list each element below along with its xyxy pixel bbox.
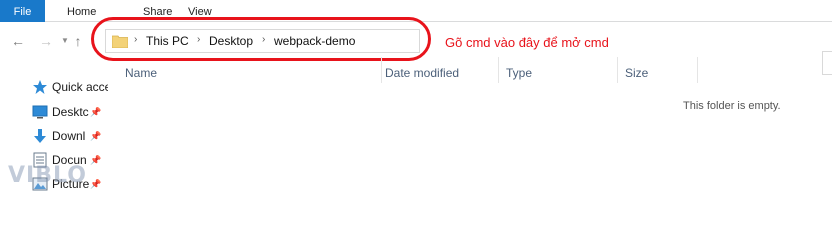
nav-item-label: Quick acce xyxy=(52,80,108,94)
up-arrow-icon[interactable]: ↑ xyxy=(70,32,86,50)
search-box[interactable] xyxy=(822,51,832,75)
star-icon xyxy=(33,80,47,94)
column-header-date-modified[interactable]: Date modified xyxy=(385,66,459,80)
back-arrow-icon[interactable]: ← xyxy=(10,32,26,50)
tab-file[interactable]: File xyxy=(0,0,45,22)
download-icon xyxy=(34,129,46,143)
nav-item-downloads[interactable]: Downl 📌 xyxy=(0,126,108,148)
nav-item-desktop[interactable]: Desktc 📌 xyxy=(0,102,108,124)
highlight-ellipse xyxy=(91,17,431,61)
viblo-watermark: VIBLO xyxy=(8,163,87,188)
column-divider[interactable] xyxy=(617,57,618,83)
nav-item-label: Desktc xyxy=(52,105,89,119)
column-divider[interactable] xyxy=(381,57,382,83)
recent-locations-chevron-icon[interactable]: ▼ xyxy=(60,32,70,50)
column-divider[interactable] xyxy=(697,57,698,83)
annotation-text: Gõ cmd vào đây để mở cmd xyxy=(445,35,609,50)
nav-item-label: Downl xyxy=(52,129,86,143)
pin-icon[interactable]: 📌 xyxy=(90,131,101,142)
forward-arrow-icon[interactable]: → xyxy=(38,32,54,50)
tab-home[interactable]: Home xyxy=(67,0,96,22)
column-divider[interactable] xyxy=(498,57,499,83)
column-header-size[interactable]: Size xyxy=(625,66,648,80)
pin-icon[interactable]: 📌 xyxy=(90,179,101,190)
column-header-type[interactable]: Type xyxy=(506,66,532,80)
desktop-icon xyxy=(32,105,48,119)
pin-icon[interactable]: 📌 xyxy=(90,107,101,118)
column-header-name[interactable]: Name xyxy=(125,66,157,80)
pin-icon[interactable]: 📌 xyxy=(90,155,101,166)
nav-item-quick-access[interactable]: Quick acce xyxy=(0,77,108,99)
empty-folder-message: This folder is empty. xyxy=(683,100,781,112)
